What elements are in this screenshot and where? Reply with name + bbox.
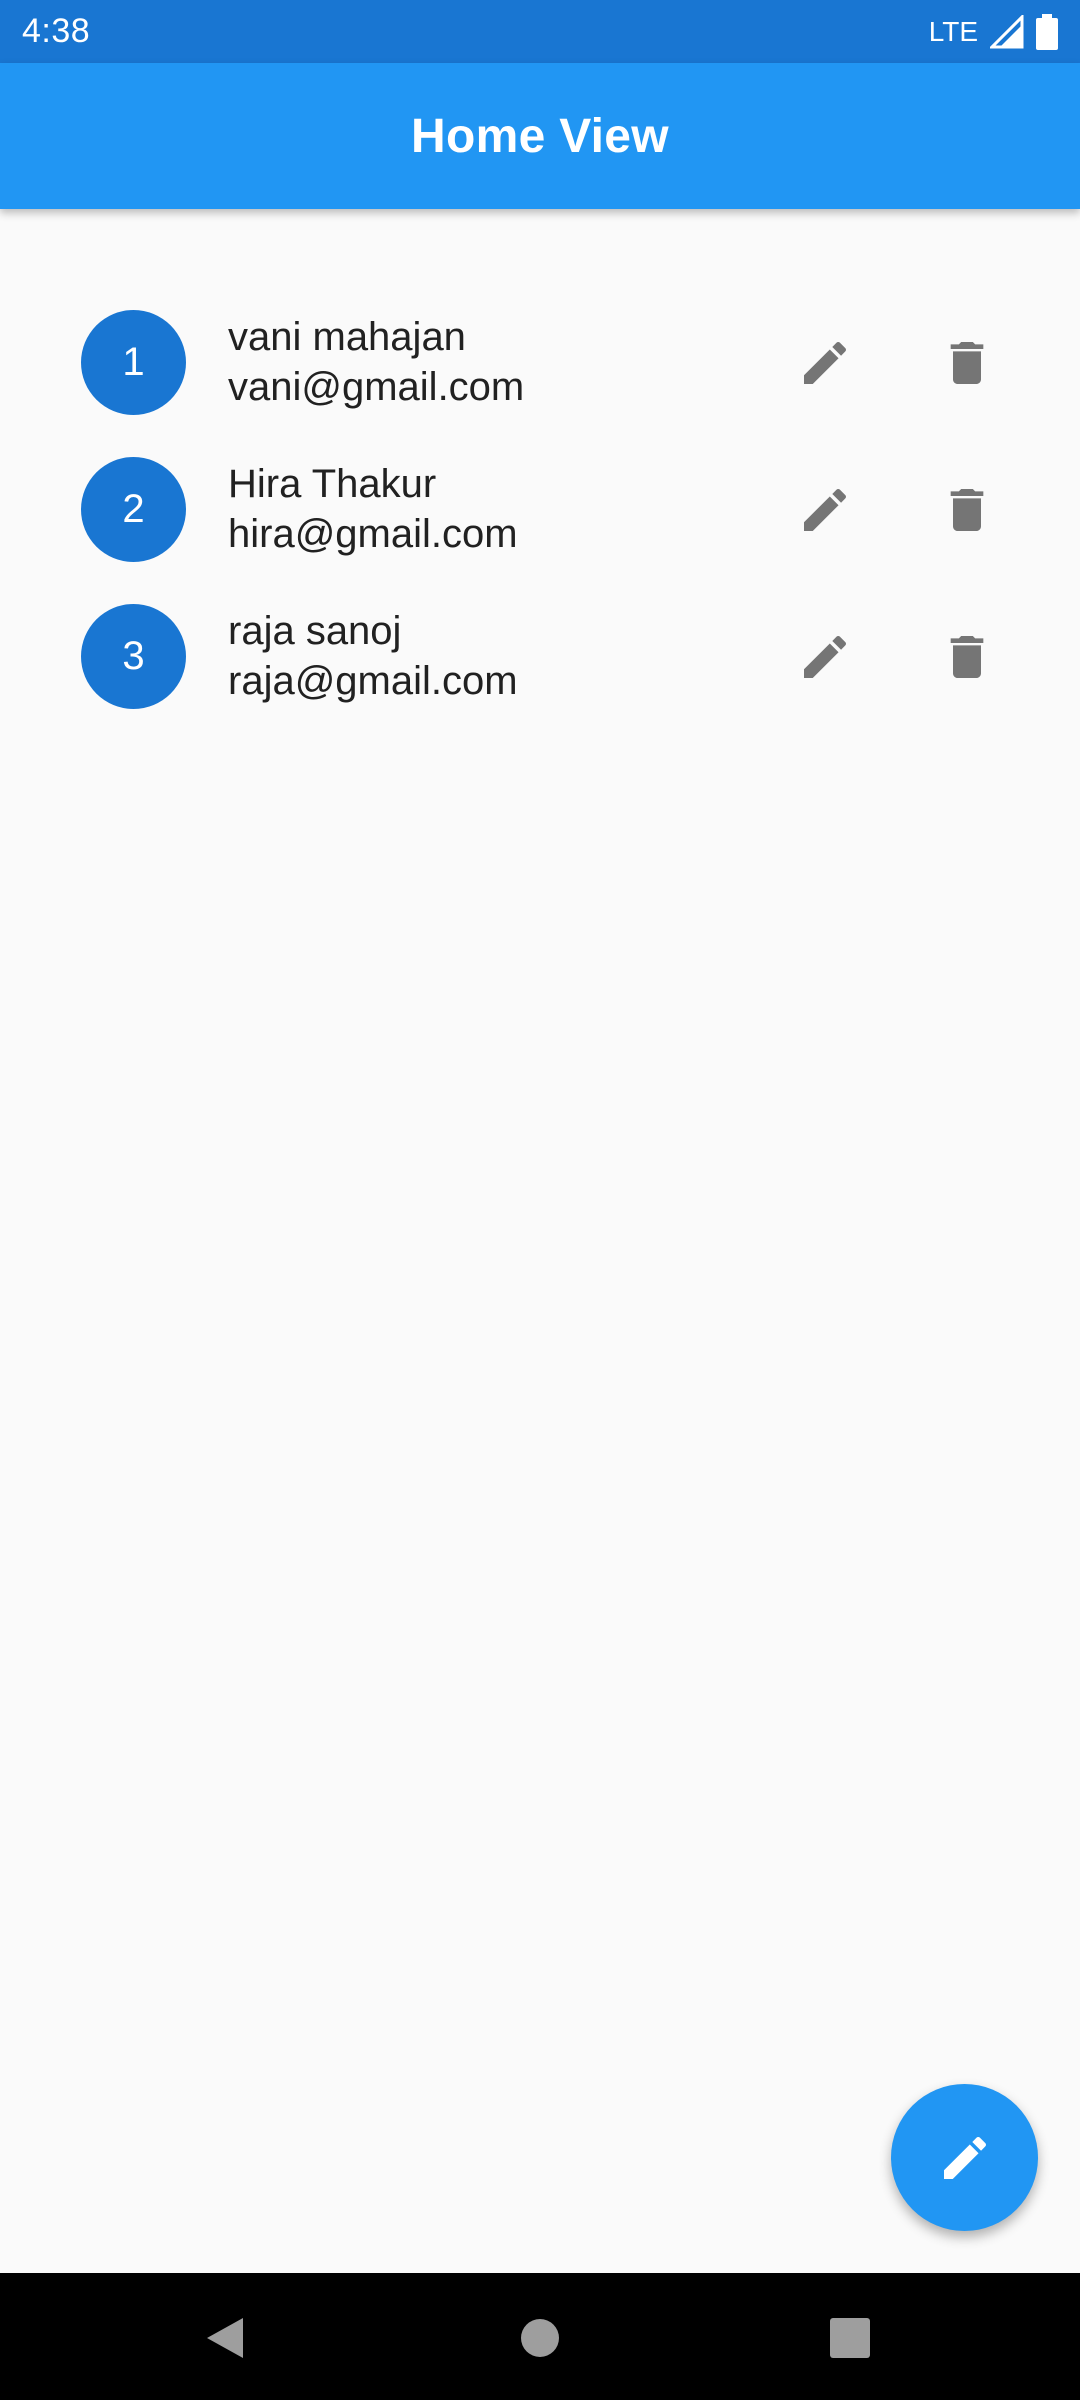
back-icon [207,2318,243,2358]
screen: 4:38 LTE Home View 1 vani mahajan vani@g… [0,0,1080,2400]
pencil-icon [804,488,847,531]
list-item[interactable]: 2 Hira Thakur hira@gmail.com [0,437,1080,584]
list-item-text: Hira Thakur hira@gmail.com [228,459,518,559]
network-type: LTE [928,15,978,47]
edit-button[interactable] [785,470,865,550]
delete-button[interactable] [927,470,1007,550]
signal-icon [990,14,1024,49]
list-item-text: raja sanoj raja@gmail.com [228,606,518,706]
user-name: Hira Thakur [228,462,437,506]
list-item[interactable]: 3 raja sanoj raja@gmail.com [0,584,1080,731]
app-bar: Home View [0,63,1080,209]
home-icon [521,2319,559,2357]
recents-icon [830,2318,870,2358]
delete-button[interactable] [927,323,1007,403]
trash-icon [950,342,984,384]
trash-icon [950,489,984,531]
pencil-icon [804,635,847,678]
avatar: 2 [81,457,186,562]
user-email: hira@gmail.com [228,512,518,556]
pencil-icon [943,2136,986,2179]
list-item[interactable]: 1 vani mahajan vani@gmail.com [0,290,1080,437]
battery-icon [1036,13,1058,50]
edit-button[interactable] [785,617,865,697]
list-item-text: vani mahajan vani@gmail.com [228,312,524,412]
avatar: 3 [81,604,186,709]
user-name: vani mahajan [228,315,466,359]
add-user-fab[interactable] [891,2084,1038,2231]
user-name: raja sanoj [228,609,402,653]
home-button[interactable] [505,2303,575,2373]
avatar: 1 [81,310,186,415]
trash-icon [950,636,984,678]
recents-button[interactable] [815,2303,885,2373]
back-button[interactable] [190,2303,260,2373]
status-time: 4:38 [22,12,91,50]
delete-button[interactable] [927,617,1007,697]
edit-button[interactable] [785,323,865,403]
user-list: 1 vani mahajan vani@gmail.com 2 Hira Tha… [0,290,1080,731]
pencil-icon [804,341,847,384]
page-title: Home View [411,109,669,163]
user-email: raja@gmail.com [228,659,518,703]
status-bar: 4:38 LTE [0,0,1080,63]
system-nav-bar [0,2273,1080,2400]
user-email: vani@gmail.com [228,365,525,409]
status-indicators: LTE [928,13,1058,50]
